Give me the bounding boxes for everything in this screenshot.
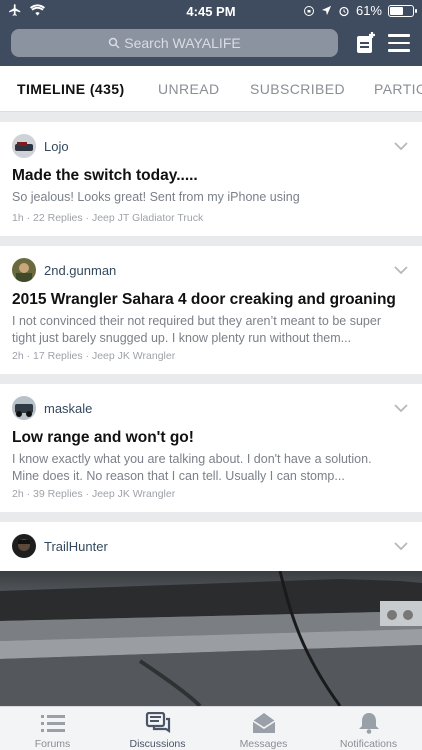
bottom-tab-bar: Forums Discussions Messages Notification… (0, 706, 422, 750)
nav-messages[interactable]: Messages (211, 707, 316, 750)
list-icon (41, 715, 65, 732)
chat-bubbles-icon (145, 712, 171, 734)
thread-snippet: I know exactly what you are talking abou… (12, 452, 372, 483)
thread-snippet: I not convinced their not required but t… (12, 314, 381, 345)
avatar (12, 534, 36, 558)
thread-title[interactable]: Made the switch today..... (12, 167, 412, 185)
new-post-icon[interactable] (356, 32, 376, 54)
search-icon (109, 37, 120, 49)
nav-discussions-label: Discussions (129, 738, 186, 750)
tab-subscribed[interactable]: SUBSCRIBED (250, 81, 345, 97)
thread-card[interactable]: 2nd.gunman 2015 Wrangler Sahara 4 door c… (0, 246, 422, 374)
avatar (12, 396, 36, 420)
lock-rotation-icon (303, 5, 314, 16)
search-placeholder: Search WAYALIFE (124, 35, 241, 51)
author-name[interactable]: maskale (44, 401, 92, 416)
search-input[interactable]: Search WAYALIFE (11, 29, 338, 57)
chevron-down-icon[interactable] (394, 142, 408, 150)
avatar (12, 258, 36, 282)
chevron-down-icon[interactable] (394, 266, 408, 274)
nav-forums[interactable]: Forums (0, 707, 105, 750)
status-right: 61% (303, 3, 417, 18)
tab-timeline[interactable]: TIMELINE (435) (17, 81, 125, 97)
thread-card[interactable]: Lojo Made the switch today..... So jealo… (0, 122, 422, 236)
nav-discussions[interactable]: Discussions (105, 707, 210, 750)
nav-forums-label: Forums (34, 738, 71, 750)
thread-card[interactable]: maskale Low range and won't go! I know e… (0, 384, 422, 512)
battery-icon (388, 4, 417, 17)
avatar (12, 134, 36, 158)
tab-bar: TIMELINE (435) UNREAD SUBSCRIBED PARTIC (0, 66, 422, 112)
nav-notifications[interactable]: Notifications (316, 707, 421, 750)
thread-title[interactable]: 2015 Wrangler Sahara 4 door creaking and… (12, 291, 412, 309)
battery-level-fill (390, 6, 403, 15)
thread-title[interactable]: Low range and won't go! (12, 429, 412, 447)
top-header: 4:45 PM 61% Search WAYALIFE (0, 0, 422, 66)
nav-notifications-label: Notifications (339, 738, 398, 750)
alarm-icon (339, 6, 349, 16)
envelope-icon (252, 713, 276, 733)
author-name[interactable]: 2nd.gunman (44, 263, 116, 278)
author-name[interactable]: Lojo (44, 139, 69, 154)
thread-snippet: So jealous! Looks great! Sent from my iP… (12, 190, 300, 204)
chevron-down-icon[interactable] (394, 404, 408, 412)
menu-icon[interactable] (388, 34, 410, 52)
status-bar: 4:45 PM 61% (0, 0, 422, 22)
battery-percent: 61% (355, 3, 382, 18)
thread-meta: 1h · 22 Replies · Jeep JT Gladiator Truc… (12, 212, 204, 224)
location-icon (321, 5, 332, 16)
tab-participated[interactable]: PARTIC (374, 81, 422, 97)
thread-meta: 2h · 39 Replies · Jeep JK Wrangler (12, 488, 176, 500)
thread-image[interactable] (0, 571, 422, 706)
author-name[interactable]: TrailHunter (44, 539, 108, 554)
nav-messages-label: Messages (239, 738, 288, 750)
thread-meta: 2h · 17 Replies · Jeep JK Wrangler (12, 350, 176, 362)
chevron-down-icon[interactable] (394, 542, 408, 550)
tab-unread[interactable]: UNREAD (158, 81, 220, 97)
bell-icon (359, 713, 379, 734)
